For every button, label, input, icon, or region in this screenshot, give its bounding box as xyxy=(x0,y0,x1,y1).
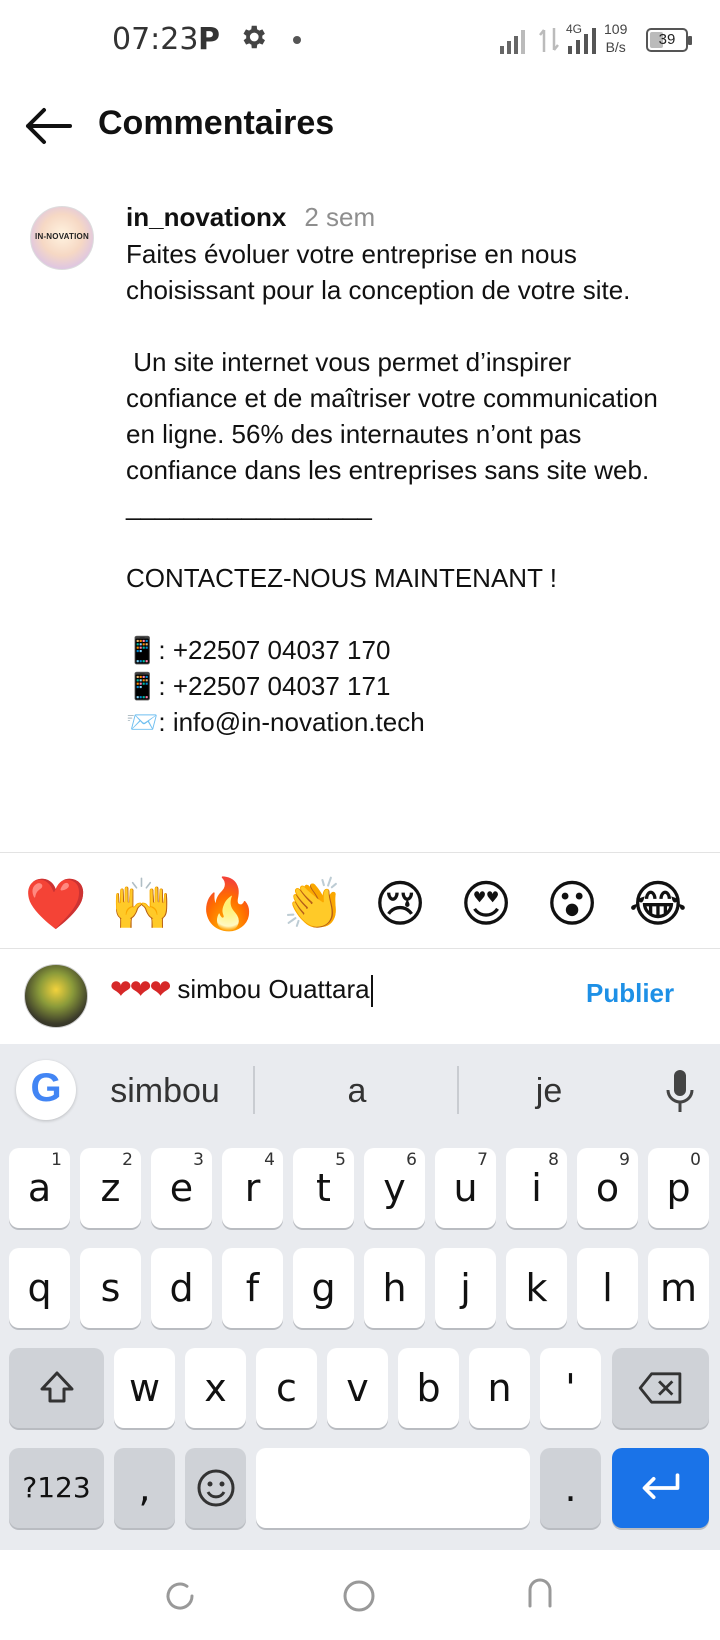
post-username[interactable]: in_novationx xyxy=(126,202,286,232)
navigation-bar xyxy=(0,1550,720,1640)
network-speed: 109 B/s xyxy=(604,21,628,55)
key-j[interactable]: j xyxy=(435,1248,496,1328)
home-icon[interactable] xyxy=(341,1578,377,1614)
key-v[interactable]: v xyxy=(327,1348,388,1428)
symbols-key[interactable]: ?123 xyxy=(9,1448,104,1528)
google-letter: G xyxy=(30,1066,62,1110)
suggestion-2[interactable]: a xyxy=(282,1072,432,1111)
key-w[interactable]: w xyxy=(114,1348,175,1428)
enter-key[interactable] xyxy=(612,1448,709,1528)
key-y[interactable]: y6 xyxy=(364,1148,425,1228)
emoji-surprised[interactable]: 😮 xyxy=(540,872,604,936)
emoji-joy[interactable]: 😂 xyxy=(626,872,690,936)
header: Commentaires xyxy=(0,90,720,162)
emoji-bar: ❤️ 🙌 🔥 👏 😢 😍 😮 😂 xyxy=(0,862,720,948)
text-caret xyxy=(370,975,373,1008)
comment-row: ❤❤❤ simbou Ouattara Publier xyxy=(0,950,720,1044)
avatar-logo-text: IN-NOVATION xyxy=(35,232,89,241)
key-d[interactable]: d xyxy=(151,1248,212,1328)
microphone-icon[interactable] xyxy=(664,1068,696,1118)
key-l[interactable]: l xyxy=(577,1248,638,1328)
suggestion-bar: G simbou a je xyxy=(0,1044,720,1140)
comment-text: simbou Ouattara xyxy=(177,974,370,1004)
key-i[interactable]: i8 xyxy=(506,1148,567,1228)
key-apostrophe[interactable]: ' xyxy=(540,1348,601,1428)
key-o[interactable]: o9 xyxy=(577,1148,638,1228)
suggestion-1[interactable]: simbou xyxy=(90,1072,240,1111)
key-a[interactable]: a1 xyxy=(9,1148,70,1228)
emoji-key[interactable] xyxy=(185,1448,246,1528)
suggestion-separator xyxy=(457,1066,459,1114)
emoji-heart[interactable]: ❤️ xyxy=(24,872,88,936)
space-key[interactable] xyxy=(256,1448,530,1528)
back-icon[interactable] xyxy=(522,1576,558,1612)
gear-icon xyxy=(243,25,265,49)
google-icon[interactable]: G xyxy=(16,1060,76,1120)
key-g[interactable]: g xyxy=(293,1248,354,1328)
enter-icon xyxy=(642,1473,679,1499)
comment-input[interactable]: ❤❤❤ simbou Ouattara xyxy=(110,974,373,1008)
post-time: 2 sem xyxy=(304,202,376,232)
shift-key[interactable] xyxy=(9,1348,104,1428)
key-e[interactable]: e3 xyxy=(151,1148,212,1228)
key-s[interactable]: s xyxy=(80,1248,141,1328)
key-p[interactable]: p0 xyxy=(648,1148,709,1228)
notification-p-icon: P xyxy=(198,22,220,57)
signal-icon-2 xyxy=(568,28,596,54)
emoji-raising-hands[interactable]: 🙌 xyxy=(110,872,174,936)
user-avatar xyxy=(24,964,88,1028)
comma-key[interactable]: , xyxy=(114,1448,175,1528)
divider xyxy=(0,852,720,853)
backspace-icon xyxy=(638,1372,681,1404)
backspace-key[interactable] xyxy=(612,1348,709,1428)
emoji-heart-eyes[interactable]: 😍 xyxy=(454,872,518,936)
data-arrows-icon xyxy=(539,28,559,52)
status-bar: 07:23 P 4G 109 B/s 39 xyxy=(0,0,720,80)
emoji-sad[interactable]: 😢 xyxy=(368,872,432,936)
key-q[interactable]: q xyxy=(9,1248,70,1328)
keyboard: G simbou a je a1 z2 e3 r4 t5 y6 u7 i8 o9… xyxy=(0,1044,720,1550)
battery-level: 39 xyxy=(658,31,676,48)
post-caption: Faites évoluer votre entreprise en nous … xyxy=(126,239,658,737)
emoji-clap[interactable]: 👏 xyxy=(282,872,346,936)
period-key[interactable]: . xyxy=(540,1448,601,1528)
suggestion-3[interactable]: je xyxy=(474,1072,624,1111)
battery-icon: 39 xyxy=(646,28,692,52)
key-b[interactable]: b xyxy=(398,1348,459,1428)
emoji-fire[interactable]: 🔥 xyxy=(196,872,260,936)
suggestion-separator xyxy=(253,1066,255,1114)
comment-hearts: ❤❤❤ xyxy=(110,974,171,1004)
key-t[interactable]: t5 xyxy=(293,1148,354,1228)
key-u[interactable]: u7 xyxy=(435,1148,496,1228)
key-m[interactable]: m xyxy=(648,1248,709,1328)
recent-apps-icon[interactable] xyxy=(162,1578,198,1614)
page-title: Commentaires xyxy=(98,104,335,142)
key-x[interactable]: x xyxy=(185,1348,246,1428)
key-h[interactable]: h xyxy=(364,1248,425,1328)
post-meta: in_novationx 2 sem xyxy=(126,202,375,233)
divider xyxy=(0,948,720,949)
key-c[interactable]: c xyxy=(256,1348,317,1428)
shift-icon xyxy=(40,1371,73,1403)
key-f[interactable]: f xyxy=(222,1248,283,1328)
notification-dot xyxy=(293,36,301,44)
key-z[interactable]: z2 xyxy=(80,1148,141,1228)
key-n[interactable]: n xyxy=(469,1348,530,1428)
status-time: 07:23 xyxy=(112,22,199,57)
smiley-icon xyxy=(197,1469,234,1507)
arrow-left-icon[interactable] xyxy=(22,104,74,148)
key-k[interactable]: k xyxy=(506,1248,567,1328)
signal-icon xyxy=(500,30,525,54)
publish-button[interactable]: Publier xyxy=(586,978,674,1009)
key-r[interactable]: r4 xyxy=(222,1148,283,1228)
post-avatar[interactable]: IN-NOVATION xyxy=(30,206,94,270)
